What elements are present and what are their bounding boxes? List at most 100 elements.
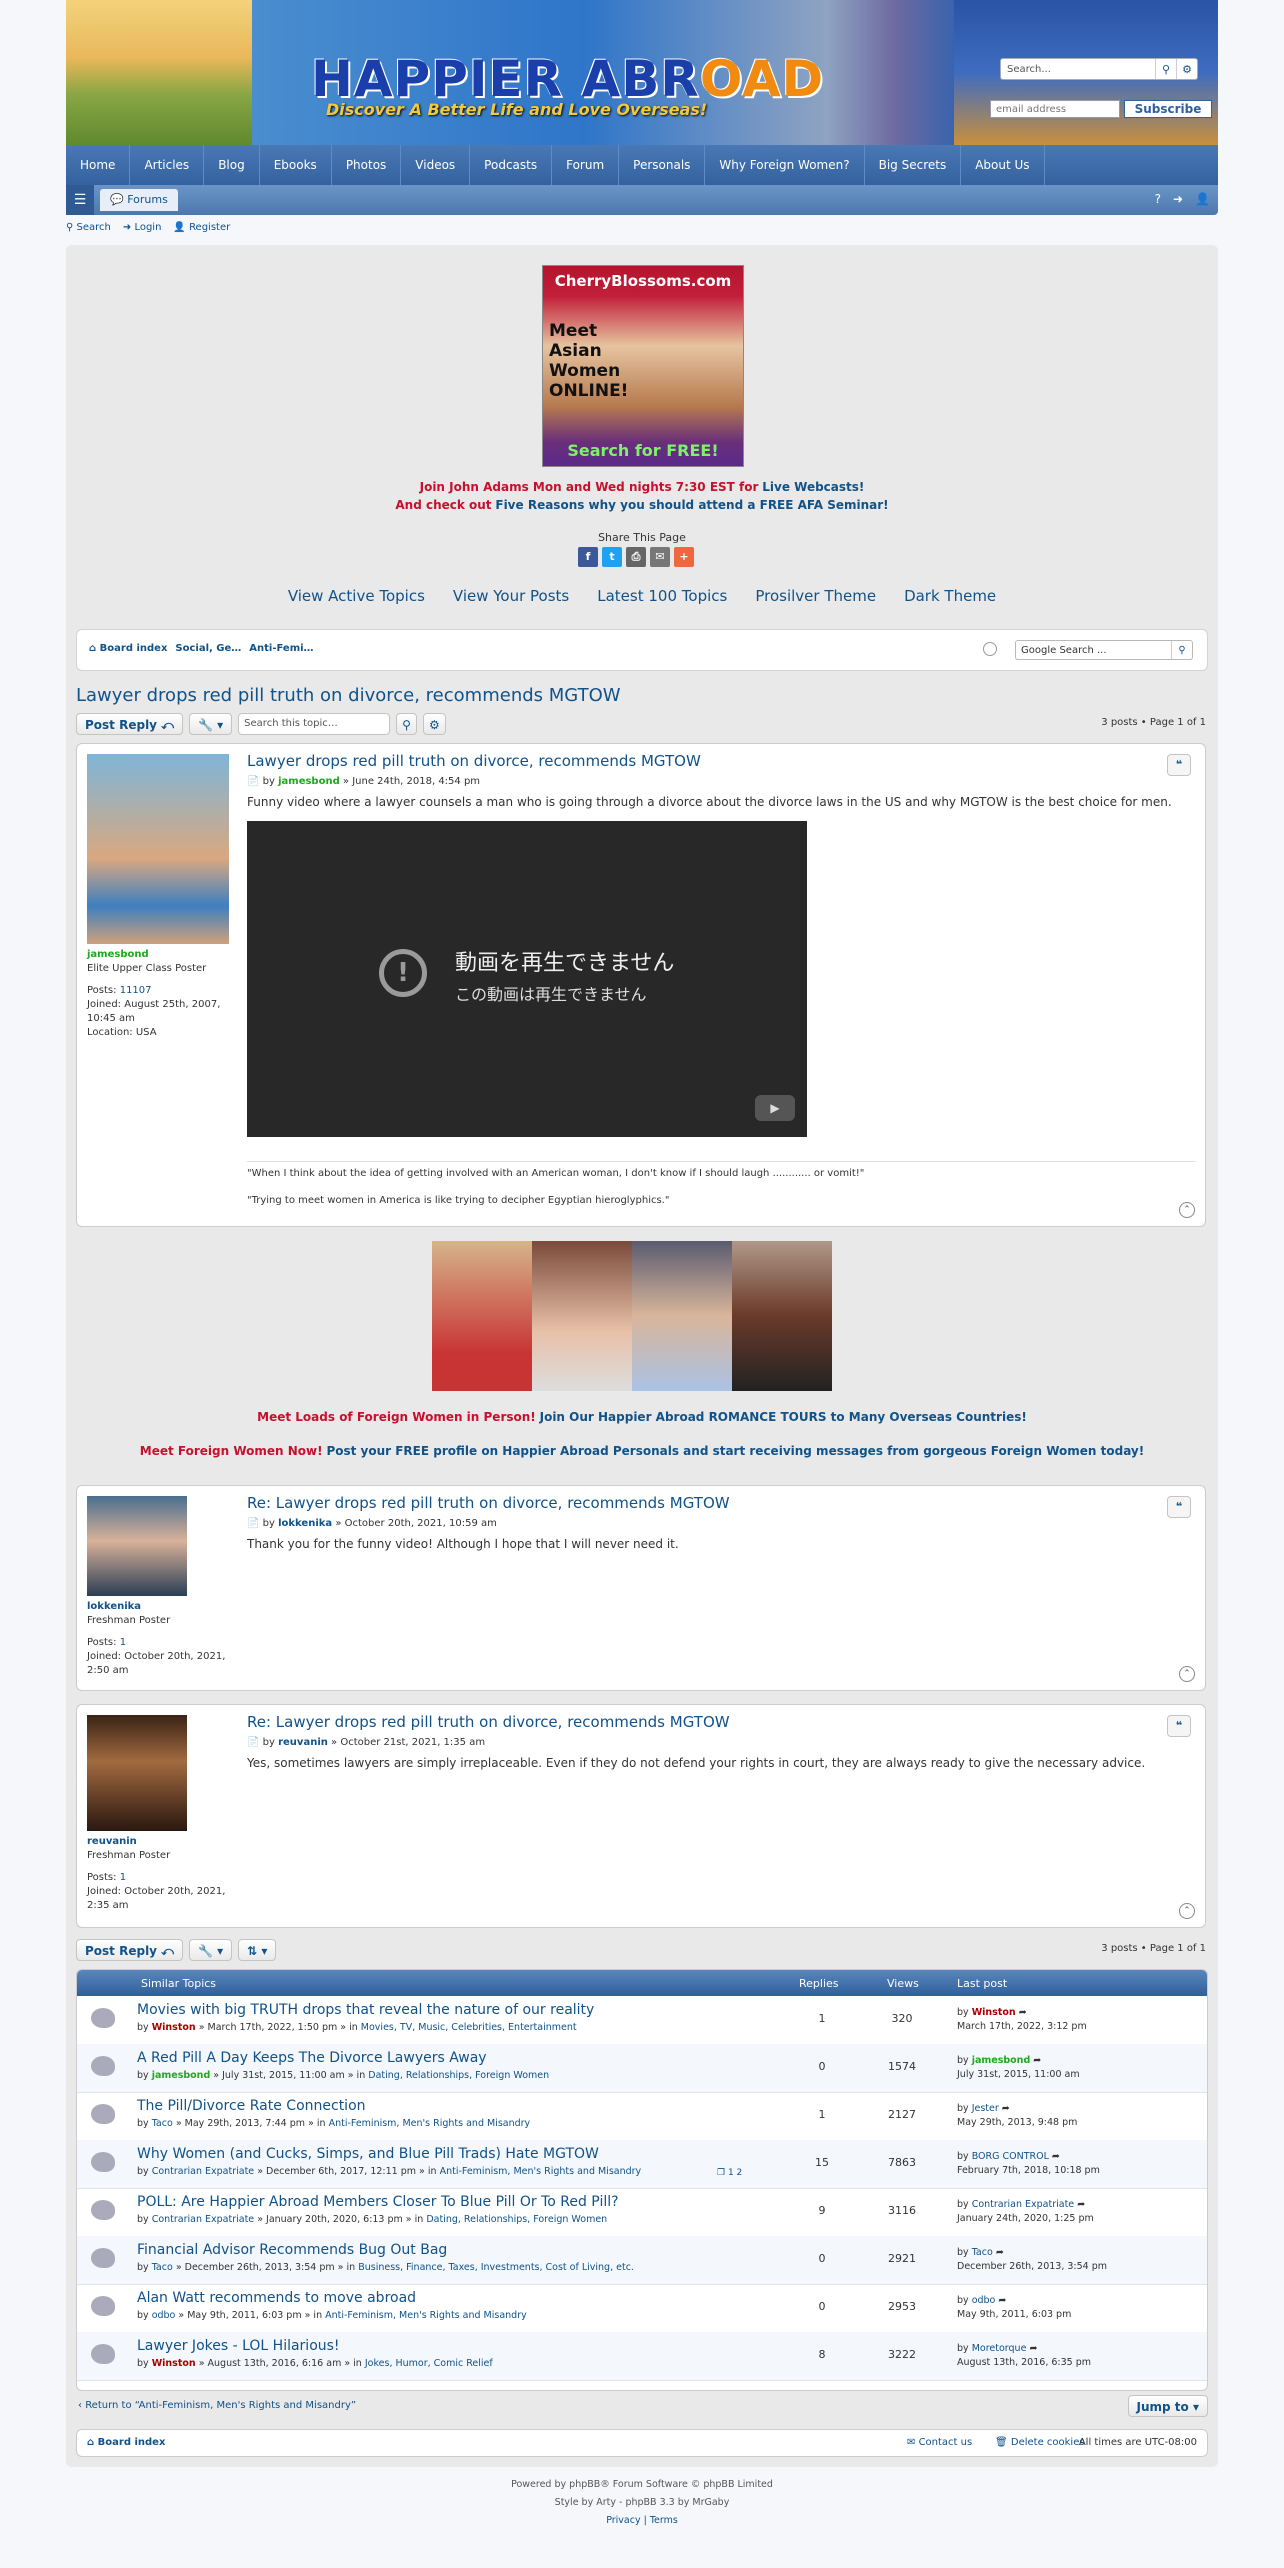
- author-link[interactable]: Taco: [152, 2262, 173, 2273]
- post-title[interactable]: Lawyer drops red pill truth on divorce, …: [247, 752, 1195, 770]
- quote-button[interactable]: ❝: [1167, 754, 1191, 776]
- topic-title-link[interactable]: Alan Watt recommends to move abroad: [137, 2290, 416, 2306]
- google-search-input[interactable]: Google Search ... ⚲: [1015, 640, 1193, 660]
- privacy-terms-link[interactable]: Privacy | Terms: [0, 2512, 1284, 2530]
- author-link[interactable]: Taco: [152, 2118, 173, 2129]
- nav-item[interactable]: About Us: [961, 145, 1045, 185]
- back-to-top-icon[interactable]: ⌃: [1179, 1666, 1195, 1682]
- topic-search-input[interactable]: Search this topic…: [238, 713, 391, 735]
- facebook-icon[interactable]: f: [578, 547, 598, 567]
- avatar[interactable]: [87, 1715, 187, 1831]
- nav-item[interactable]: Big Secrets: [865, 145, 962, 185]
- board-index-link[interactable]: ⌂ Board index: [87, 2437, 165, 2448]
- hamburger-menu-icon[interactable]: ☰: [66, 185, 94, 215]
- romance-tours-link[interactable]: Join Our Happier Abroad ROMANCE TOURS to…: [540, 1410, 1027, 1424]
- goto-last-post-icon[interactable]: ➦: [1052, 2151, 1060, 2162]
- topic-title-link[interactable]: Lawyer Jokes - LOL Hilarious!: [137, 2338, 340, 2354]
- seminar-link[interactable]: Five Reasons why you should attend a FRE…: [495, 498, 888, 512]
- author-link[interactable]: jamesbond: [152, 2070, 211, 2081]
- topic-link[interactable]: Latest 100 Topics: [597, 587, 727, 605]
- topic-tools-button[interactable]: 🔧 ▾: [189, 713, 233, 735]
- login-icon[interactable]: ➜: [1173, 192, 1183, 206]
- author-link[interactable]: Contrarian Expatriate: [972, 2199, 1074, 2210]
- nav-item[interactable]: Articles: [130, 145, 205, 185]
- delete-cookies-link[interactable]: 🗑 Delete cookies: [995, 2437, 1085, 2448]
- topic-link[interactable]: Prosilver Theme: [755, 587, 876, 605]
- personals-link[interactable]: Post your FREE profile on Happier Abroad…: [326, 1444, 1144, 1458]
- webcast-link[interactable]: Live Webcasts!: [762, 480, 864, 494]
- topic-link[interactable]: View Your Posts: [453, 587, 569, 605]
- quote-button[interactable]: ❝: [1167, 1715, 1191, 1737]
- goto-last-post-icon[interactable]: ➦: [998, 2295, 1006, 2306]
- forum-link[interactable]: Anti-Feminism, Men's Rights and Misandry: [440, 2166, 642, 2177]
- author-link[interactable]: jamesbond: [972, 2055, 1031, 2066]
- author-link[interactable]: jamesbond: [278, 776, 340, 787]
- forum-link[interactable]: Business, Finance, Taxes, Investments, C…: [358, 2262, 634, 2273]
- embedded-video[interactable]: ! 動画を再生できません この動画は再生できません ▶: [247, 821, 807, 1137]
- topic-title-link[interactable]: A Red Pill A Day Keeps The Divorce Lawye…: [137, 2050, 487, 2066]
- author-link[interactable]: odbo: [972, 2295, 996, 2306]
- author-link[interactable]: Moretorque: [972, 2343, 1027, 2354]
- author-link[interactable]: odbo: [152, 2310, 176, 2321]
- topic-title-link[interactable]: The Pill/Divorce Rate Connection: [137, 2098, 366, 2114]
- author-link[interactable]: Winston: [972, 2007, 1016, 2018]
- author-link[interactable]: BORG CONTROL: [972, 2151, 1049, 2162]
- nav-item[interactable]: Why Foreign Women?: [705, 145, 865, 185]
- quote-button[interactable]: ❝: [1167, 1496, 1191, 1518]
- post-reply-button[interactable]: Post Reply ⤺: [76, 713, 184, 735]
- email-icon[interactable]: ✉: [650, 547, 670, 567]
- topic-title-link[interactable]: Movies with big TRUTH drops that reveal …: [137, 2002, 594, 2018]
- search-icon[interactable]: ⚲: [1171, 641, 1192, 659]
- nav-item[interactable]: Podcasts: [470, 145, 553, 185]
- avatar[interactable]: [87, 754, 229, 944]
- goto-last-post-icon[interactable]: ➦: [1077, 2199, 1085, 2210]
- author-link[interactable]: Taco: [972, 2247, 993, 2258]
- forum-link[interactable]: Jokes, Humor, Comic Relief: [365, 2358, 493, 2369]
- search-icon[interactable]: ⚲: [396, 713, 417, 735]
- forum-link[interactable]: Dating, Relationships, Foreign Women: [368, 2070, 549, 2081]
- contact-link[interactable]: ✉ Contact us: [907, 2437, 972, 2448]
- author-link[interactable]: Jester: [972, 2103, 999, 2114]
- nav-item[interactable]: Photos: [332, 145, 402, 185]
- goto-last-post-icon[interactable]: ➦: [996, 2247, 1004, 2258]
- share-plus-icon[interactable]: +: [674, 547, 694, 567]
- nav-item[interactable]: Videos: [401, 145, 471, 185]
- author-link[interactable]: Winston: [152, 2358, 196, 2369]
- post-reply-button[interactable]: Post Reply ⤺: [76, 1939, 184, 1961]
- back-to-top-icon[interactable]: ⌃: [1179, 1202, 1195, 1218]
- banner-search-input[interactable]: Search...: [1001, 64, 1155, 75]
- nav-item[interactable]: Forum: [552, 145, 620, 185]
- page-title[interactable]: Lawyer drops red pill truth on divorce, …: [76, 685, 621, 706]
- cherryblossoms-ad[interactable]: CherryBlossoms.com Meet Asian Women ONLI…: [542, 265, 744, 467]
- subscribe-button[interactable]: Subscribe: [1124, 100, 1212, 118]
- goto-last-post-icon[interactable]: ➦: [1029, 2343, 1037, 2354]
- breadcrumb-social-link[interactable]: Social, Ge…: [175, 643, 241, 654]
- topic-title-link[interactable]: Why Women (and Cucks, Simps, and Blue Pi…: [137, 2146, 599, 2162]
- return-link[interactable]: ‹ Return to “Anti-Feminism, Men's Rights…: [78, 2400, 356, 2411]
- post-title[interactable]: Re: Lawyer drops red pill truth on divor…: [247, 1713, 1195, 1731]
- author-link[interactable]: lokkenika: [278, 1518, 332, 1529]
- tab-forums[interactable]: 💬 Forums: [100, 189, 178, 211]
- forum-link[interactable]: Movies, TV, Music, Celebrities, Entertai…: [361, 2022, 577, 2033]
- goto-last-post-icon[interactable]: ➦: [1002, 2103, 1010, 2114]
- topic-title-link[interactable]: Financial Advisor Recommends Bug Out Bag: [137, 2242, 447, 2258]
- register-icon[interactable]: 👤: [1195, 192, 1210, 206]
- email-field[interactable]: email address: [990, 100, 1120, 118]
- goto-last-post-icon[interactable]: ➦: [1033, 2055, 1041, 2066]
- board-index-link[interactable]: ⌂ Board index: [89, 643, 167, 654]
- search-icon[interactable]: ⚲: [1155, 59, 1176, 79]
- forum-link[interactable]: Anti-Feminism, Men's Rights and Misandry: [325, 2310, 527, 2321]
- author-link[interactable]: jamesbond: [87, 948, 232, 962]
- gear-icon[interactable]: ⚙: [422, 713, 446, 735]
- author-link[interactable]: lokkenika: [87, 1600, 232, 1614]
- topic-link[interactable]: Dark Theme: [904, 587, 996, 605]
- sort-options-button[interactable]: ⇅ ▾: [238, 1939, 277, 1961]
- author-link[interactable]: Contrarian Expatriate: [152, 2214, 254, 2225]
- forum-link[interactable]: Dating, Relationships, Foreign Women: [426, 2214, 607, 2225]
- print-icon[interactable]: ⎙: [626, 547, 646, 567]
- back-to-top-icon[interactable]: ⌃: [1179, 1903, 1195, 1919]
- avatar[interactable]: [87, 1496, 187, 1596]
- quick-login-link[interactable]: ➜ Login: [123, 222, 162, 233]
- breadcrumb-antifem-link[interactable]: Anti-Femi…: [249, 643, 313, 654]
- quick-search-link[interactable]: ⚲ Search: [66, 222, 111, 233]
